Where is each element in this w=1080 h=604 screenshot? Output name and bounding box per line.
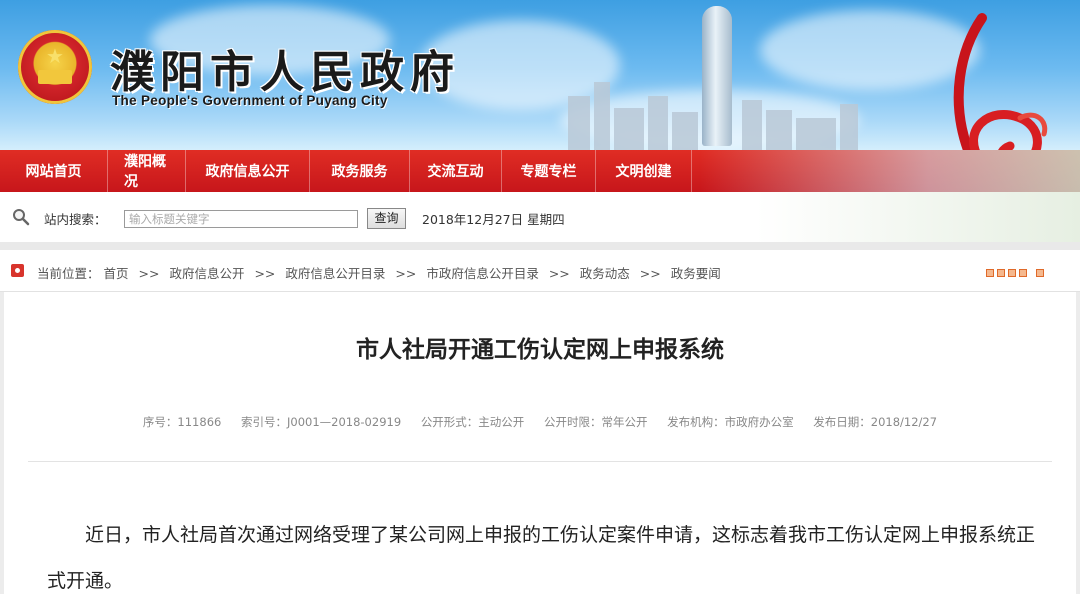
section-divider xyxy=(0,242,1080,250)
breadcrumb-prefix: 当前位置： xyxy=(37,266,100,281)
breadcrumb-link-info-catalog[interactable]: 政府信息公开目录 xyxy=(285,266,385,281)
national-emblem-icon: ★ xyxy=(18,30,92,104)
building xyxy=(796,118,836,150)
breadcrumb-separator: >> xyxy=(548,266,570,281)
building xyxy=(594,82,610,150)
nav-item-civilization[interactable]: 文明创建 xyxy=(596,150,692,192)
search-icon xyxy=(13,209,30,226)
meta-form: 公开形式：主动公开 xyxy=(420,415,525,429)
breadcrumb-link-info-disclosure[interactable]: 政府信息公开 xyxy=(169,266,244,281)
breadcrumb-separator: >> xyxy=(138,266,160,281)
article-title: 市人社局开通工伤认定网上申报系统 xyxy=(356,336,724,363)
article-meta: 序号：111866 索引号：J0001—2018-02919 公开形式：主动公开… xyxy=(0,414,1080,430)
building xyxy=(766,110,792,150)
share-icon[interactable] xyxy=(1008,269,1016,277)
breadcrumb: 当前位置： 首页 >> 政府信息公开 >> 政府信息公开目录 >> 市政府信息公… xyxy=(37,263,721,282)
nav-item-interaction[interactable]: 交流互动 xyxy=(410,150,502,192)
building xyxy=(672,112,698,150)
breadcrumb-bar: 当前位置： 首页 >> 政府信息公开 >> 政府信息公开目录 >> 市政府信息公… xyxy=(0,250,1080,292)
building xyxy=(742,100,762,150)
breadcrumb-link-home[interactable]: 首页 xyxy=(104,266,129,281)
meta-publisher: 发布机构：市政府办公室 xyxy=(667,415,794,429)
building xyxy=(614,108,644,150)
breadcrumb-link-gov-news[interactable]: 政务动态 xyxy=(580,266,630,281)
nav-item-info-disclosure[interactable]: 政府信息公开 xyxy=(186,150,310,192)
nav-item-home[interactable]: 网站首页 xyxy=(0,150,108,192)
nav-fade-decoration xyxy=(700,150,1080,192)
building xyxy=(568,96,590,150)
share-icons xyxy=(986,269,1044,277)
landmark-tower xyxy=(702,6,732,146)
breadcrumb-separator: >> xyxy=(639,266,661,281)
article-body: 近日，市人社局首次通过网络受理了某公司网上申报的工伤认定案件申请，这标志着我市工… xyxy=(47,524,1036,592)
meta-period: 公开时限：常年公开 xyxy=(543,415,648,429)
nav-item-special-topics[interactable]: 专题专栏 xyxy=(502,150,596,192)
share-icon[interactable] xyxy=(1019,269,1027,277)
site-title: 濮阳市人民政府 xyxy=(110,47,460,98)
share-icon[interactable] xyxy=(1036,269,1044,277)
share-icon[interactable] xyxy=(997,269,1005,277)
search-bar: 站内搜索： 查询 2018年12月27日 星期四 xyxy=(0,192,1080,242)
search-input[interactable] xyxy=(124,210,358,228)
building xyxy=(840,104,858,150)
breadcrumb-separator: >> xyxy=(254,266,276,281)
site-subtitle: The People's Government of Puyang City xyxy=(112,93,388,108)
breadcrumb-link-city-catalog[interactable]: 市政府信息公开目录 xyxy=(426,266,539,281)
location-icon xyxy=(11,264,24,277)
header-banner: ★ 濮阳市人民政府 The People's Government of Puy… xyxy=(0,0,1080,150)
current-date: 2018年12月27日 星期四 xyxy=(422,212,565,227)
search-button[interactable]: 查询 xyxy=(367,208,406,229)
breadcrumb-link-headlines[interactable]: 政务要闻 xyxy=(671,266,721,281)
share-icon[interactable] xyxy=(986,269,994,277)
title-divider xyxy=(28,461,1052,462)
search-label: 站内搜索： xyxy=(44,212,107,227)
meta-date: 发布日期：2018/12/27 xyxy=(813,415,938,429)
nav-item-overview[interactable]: 濮阳概况 xyxy=(108,150,186,192)
meta-index: 索引号：J0001—2018-02919 xyxy=(240,415,402,429)
breadcrumb-separator: >> xyxy=(395,266,417,281)
nav-item-gov-service[interactable]: 政务服务 xyxy=(310,150,410,192)
building xyxy=(648,96,668,150)
meta-serial: 序号：111866 xyxy=(142,415,222,429)
